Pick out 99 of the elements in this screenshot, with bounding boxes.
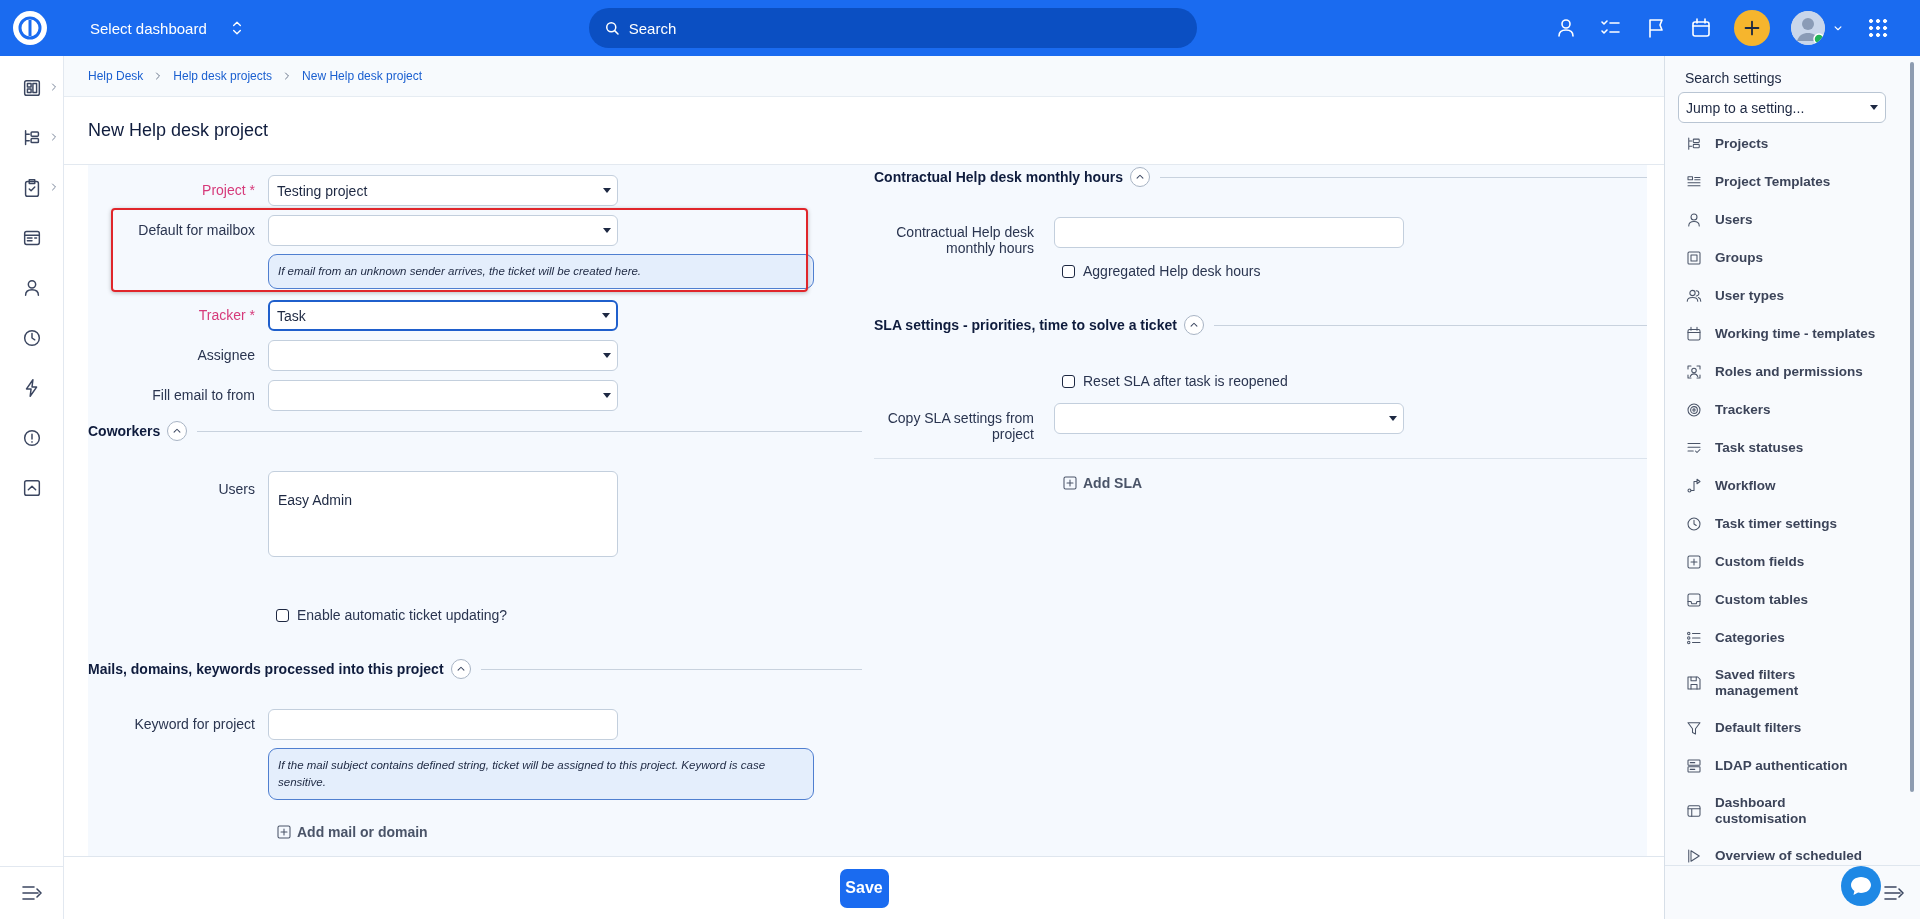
caret-icon — [1870, 105, 1878, 110]
play-icon — [1685, 847, 1703, 865]
search-field[interactable]: Search — [588, 8, 1197, 48]
settings-menu-item[interactable]: Custom tables — [1665, 581, 1895, 619]
setting-select[interactable]: Jump to a setting... — [1678, 92, 1886, 123]
field-label: Tracker * — [197, 306, 255, 323]
caret-icon — [603, 393, 611, 398]
select-field[interactable]: Task — [268, 300, 618, 331]
select-field[interactable] — [268, 380, 618, 411]
save-button[interactable]: Save — [839, 868, 889, 908]
caret-icon — [603, 228, 611, 233]
workflow-icon — [1685, 477, 1703, 495]
plus-square-icon — [1061, 474, 1079, 492]
server-icon — [1685, 757, 1703, 775]
settings-menu-item[interactable]: Users — [1665, 201, 1895, 239]
caret-icon — [602, 313, 610, 318]
add-link[interactable]: Add SLA — [1054, 473, 1404, 493]
settings-menu-item[interactable]: Workflow — [1665, 467, 1895, 505]
users-icon — [1685, 287, 1703, 305]
field-label: Contractual Help desk monthly hours — [895, 223, 1034, 256]
scrollbar[interactable] — [1910, 62, 1914, 792]
collapse-toggle[interactable] — [167, 421, 188, 441]
settings-menu-item[interactable]: Roles and permissions — [1665, 353, 1895, 391]
checkbox-label: Enable automatic ticket updating? — [297, 607, 508, 623]
checkbox[interactable] — [276, 608, 289, 622]
settings-menu-item[interactable]: Custom fields — [1665, 543, 1895, 581]
select-field[interactable] — [1054, 403, 1404, 434]
select-field[interactable]: Testing project — [268, 175, 618, 206]
settings-menu-item[interactable]: Dashboard customisation — [1665, 785, 1895, 837]
dashboard-selector[interactable]: Select dashboard — [90, 14, 247, 42]
field-label: Copy SLA settings from project — [886, 409, 1034, 442]
hint-box: If the mail subject contains defined string, ticket will be assigned to this project. Keyword is case sensitive. — [268, 748, 814, 800]
caret-icon — [603, 188, 611, 193]
field-label: Users — [217, 480, 255, 497]
checkbox[interactable] — [1062, 264, 1075, 278]
section-heading: Mails, domains, keywords processed into this project — [88, 661, 444, 677]
field-label: Assignee — [196, 346, 255, 363]
calendar-button[interactable] — [1689, 16, 1713, 40]
settings-menu-item[interactable]: User types — [1665, 277, 1895, 315]
avatar-icon[interactable] — [1791, 11, 1825, 45]
clock-icon — [1685, 515, 1703, 533]
user-scan-icon — [1685, 363, 1703, 381]
settings-menu-item[interactable]: Trackers — [1665, 391, 1895, 429]
logo-icon[interactable] — [13, 11, 47, 45]
settings-menu-item[interactable]: Project Templates — [1665, 163, 1895, 201]
calendar-icon — [1685, 325, 1703, 343]
breadcrumb-link[interactable]: New Help desk project — [302, 69, 423, 83]
target-icon — [1685, 401, 1703, 419]
settings-menu-item[interactable]: Saved filters management — [1665, 657, 1895, 709]
section-heading: Coworkers — [88, 423, 161, 439]
field-label: Default for mailbox — [137, 221, 255, 238]
user-icon — [1685, 211, 1703, 229]
nested-squares-icon — [1685, 249, 1703, 267]
grid-icon — [1866, 16, 1890, 40]
settings-menu-item[interactable]: Task statuses — [1665, 429, 1895, 467]
save-icon — [1685, 674, 1703, 692]
field-label: Keyword for project — [133, 715, 255, 732]
field-label: Project * — [201, 181, 255, 198]
settings-menu-item[interactable]: Categories — [1665, 619, 1895, 657]
settings-menu-item[interactable]: Overview of scheduled — [1665, 837, 1895, 865]
settings-menu-item[interactable]: Task timer settings — [1665, 505, 1895, 543]
breadcrumb-link[interactable]: Help Desk — [88, 69, 144, 83]
chat-button[interactable] — [1841, 866, 1881, 906]
select-field[interactable] — [268, 340, 618, 371]
section-heading: Contractual Help desk monthly hours — [874, 169, 1123, 185]
select-field[interactable] — [268, 215, 618, 246]
plus-square-icon — [275, 823, 293, 841]
checkbox-label: Aggregated Help desk hours — [1083, 263, 1261, 279]
panel-title: Search settings — [1684, 69, 1783, 86]
add-button[interactable] — [1734, 10, 1770, 46]
section-heading: SLA settings - priorities, time to solve a ticket — [874, 317, 1177, 333]
calendar-icon — [1689, 16, 1713, 40]
tray-icon — [1685, 591, 1703, 609]
settings-menu-item[interactable]: Projects — [1665, 125, 1895, 163]
hierarchy-icon — [1685, 135, 1703, 153]
hint-box: If email from an unknown sender arrives, the ticket will be created here. — [268, 254, 814, 289]
users-field[interactable]: Easy Admin — [268, 471, 618, 557]
plus-square-icon — [1685, 553, 1703, 571]
speech-bubble-icon — [1850, 876, 1872, 896]
layout-icon — [1685, 802, 1703, 820]
settings-menu-item[interactable]: Groups — [1665, 239, 1895, 277]
collapse-toggle[interactable] — [1183, 315, 1204, 335]
breadcrumb-link[interactable]: Help desk projects — [173, 69, 273, 83]
caret-icon — [1389, 416, 1397, 421]
checkbox[interactable] — [1062, 374, 1075, 388]
bullet-list-icon — [1685, 629, 1703, 647]
settings-menu-item[interactable]: Working time - templates — [1665, 315, 1895, 353]
settings-menu-item[interactable]: LDAP authentication — [1665, 747, 1895, 785]
field-label: Fill email to from — [151, 386, 255, 403]
collapse-toggle[interactable] — [450, 659, 471, 679]
text-field[interactable] — [1054, 217, 1404, 248]
filter-icon — [1685, 719, 1703, 737]
collapse-toggle[interactable] — [1129, 167, 1150, 187]
caret-icon — [603, 353, 611, 358]
apps-grid-button[interactable] — [1866, 16, 1890, 40]
settings-menu-item[interactable]: Default filters — [1665, 709, 1895, 747]
text-field[interactable] — [268, 709, 618, 740]
checkbox-label: Reset SLA after task is reopened — [1083, 373, 1288, 389]
add-link[interactable]: Add mail or domain — [268, 822, 618, 842]
